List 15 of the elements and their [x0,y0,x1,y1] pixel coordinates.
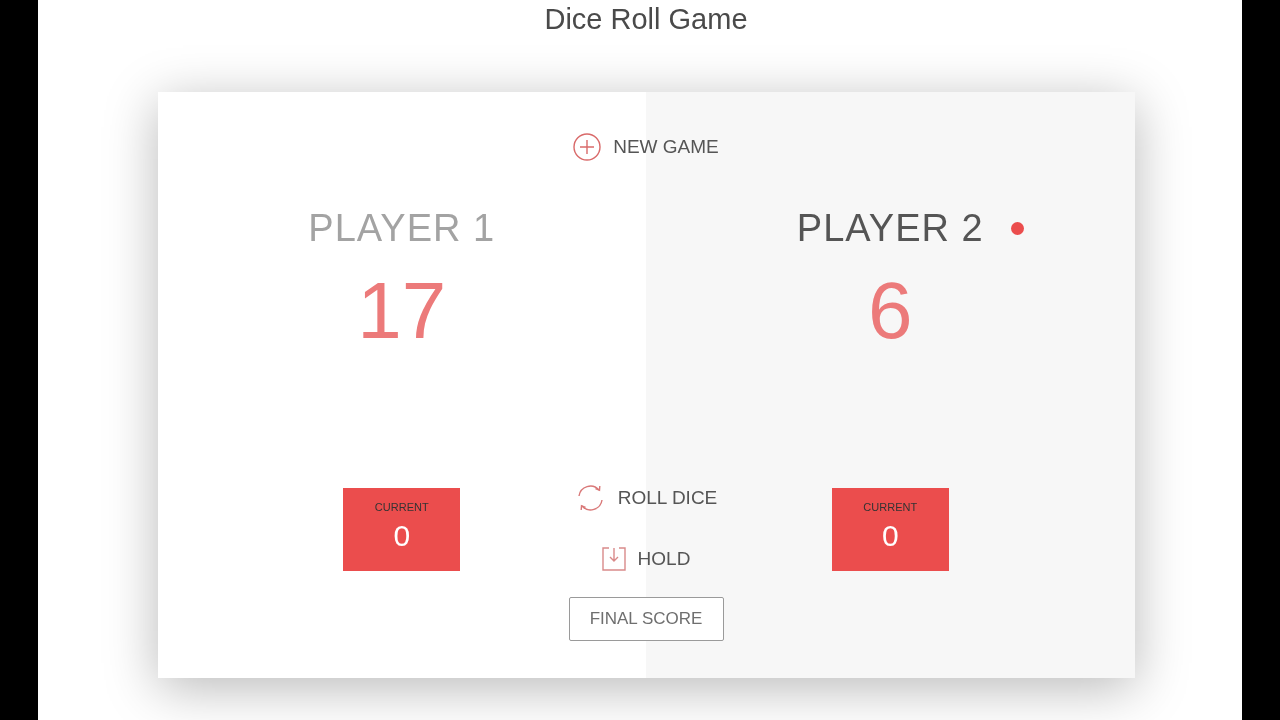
final-score-field[interactable]: FINAL SCORE [568,597,724,641]
current-value: 0 [881,521,899,551]
current-label: CURRENT [863,501,918,513]
page-title: Dice Roll Game [543,2,749,36]
plus-circle-icon [573,133,602,161]
hold-button[interactable]: HOLD [601,547,691,571]
player-score: 17 [357,271,447,351]
current-value: 0 [393,521,411,551]
player-score: 6 [868,271,913,351]
current-label: CURRENT [374,501,429,513]
player-name: PLAYER 2 [796,209,984,247]
player-name: PLAYER 1 [308,209,496,247]
new-game-button[interactable]: NEW GAME [573,133,719,161]
roll-dice-button[interactable]: ROLL DICE [574,483,718,513]
download-icon [601,547,626,571]
